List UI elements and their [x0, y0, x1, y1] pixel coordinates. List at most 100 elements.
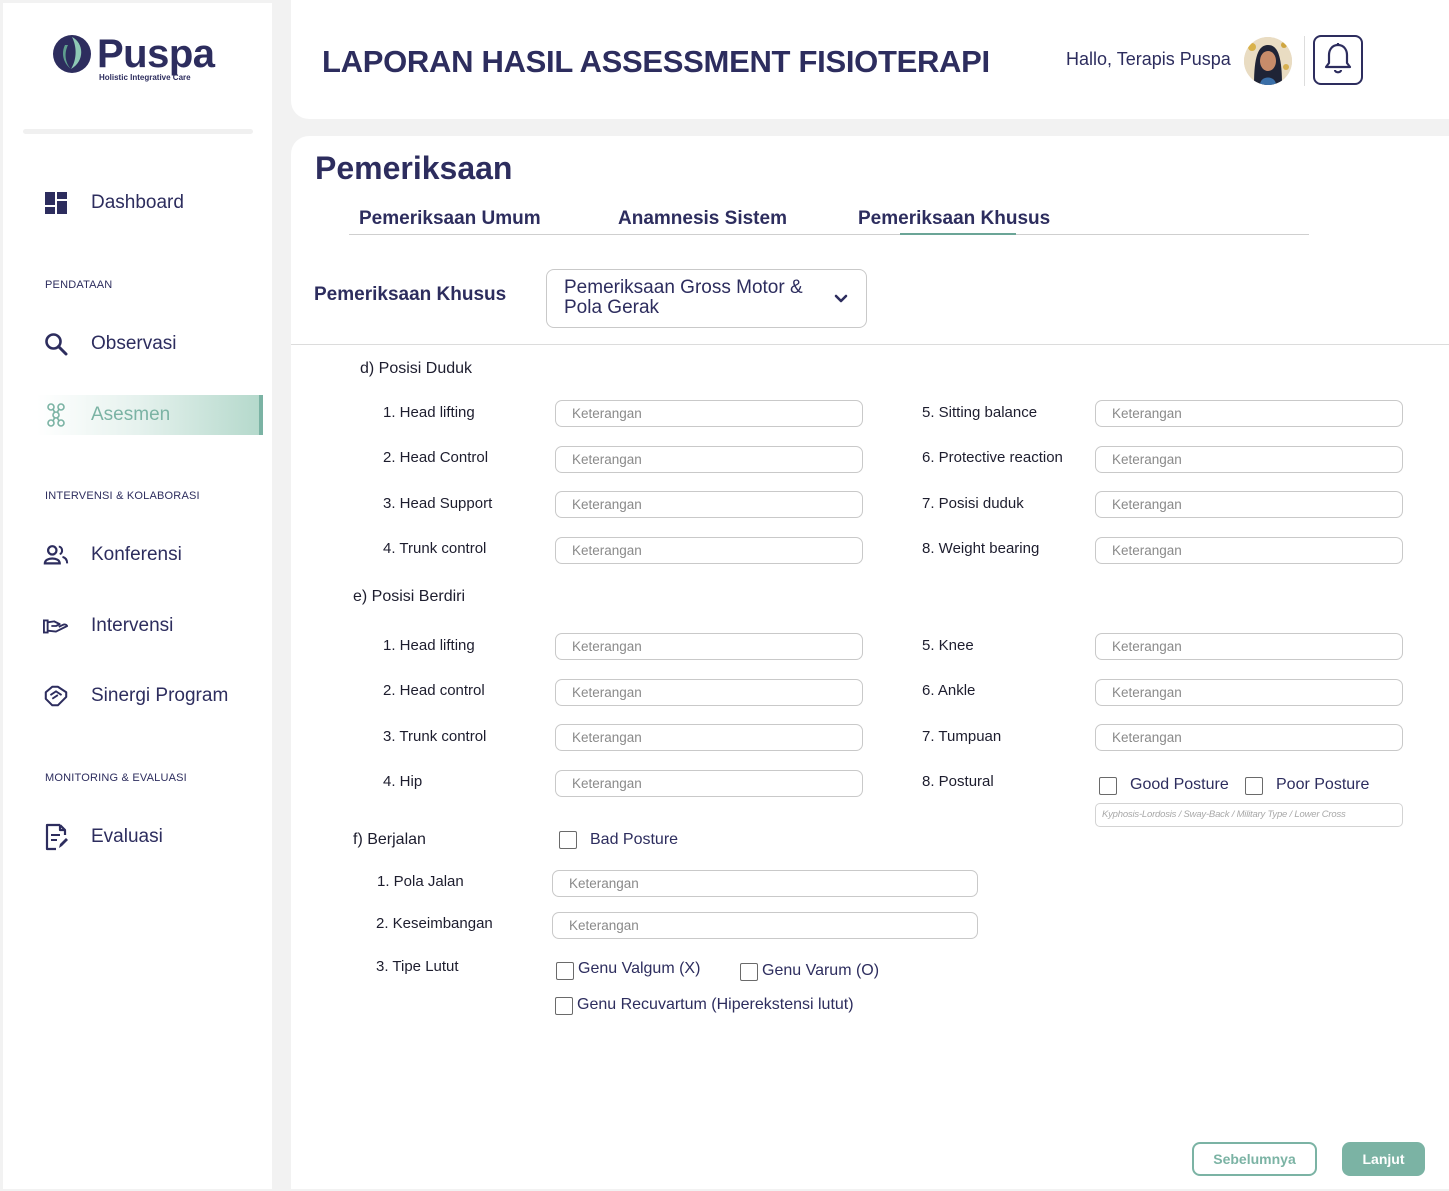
duduk-label-3: 3. Head Support — [383, 495, 493, 512]
sidebar-item-label: Konferensi — [91, 544, 182, 565]
duduk-input-8[interactable]: Keterangan — [1095, 537, 1403, 564]
genu-valgum-checkbox[interactable] — [556, 962, 574, 980]
tabs-divider — [349, 234, 1309, 235]
genu-valgum-label: Genu Valgum (X) — [578, 960, 701, 977]
duduk-label-1: 1. Head lifting — [383, 404, 475, 421]
avatar[interactable] — [1244, 37, 1292, 85]
molecule-icon — [43, 402, 69, 428]
genu-recuvartum-checkbox[interactable] — [555, 997, 573, 1015]
duduk-label-5: 5. Sitting balance — [922, 404, 1038, 421]
berdiri-input-6[interactable]: Keterangan — [1095, 679, 1403, 706]
puspa-logo-icon — [51, 33, 93, 75]
sidebar-item-label: Intervensi — [91, 615, 174, 636]
duduk-input-7[interactable]: Keterangan — [1095, 491, 1403, 518]
sidebar-item-asesmen[interactable]: Asesmen — [37, 395, 263, 435]
puspa-logo[interactable]: Puspa Holistic Integrative Care — [51, 33, 215, 82]
berdiri-label-3: 3. Trunk control — [383, 728, 487, 745]
sidebar-item-dashboard[interactable]: Dashboard — [3, 183, 263, 223]
keseimbangan-label: 2. Keseimbangan — [376, 915, 493, 932]
pola-jalan-label: 1. Pola Jalan — [377, 873, 464, 890]
section-title-posisi-duduk: d) Posisi Duduk — [360, 360, 473, 377]
berdiri-label-6: 6. Ankle — [922, 682, 976, 699]
duduk-input-4[interactable]: Keterangan — [555, 537, 863, 564]
genu-varum-label: Genu Varum (O) — [762, 962, 880, 979]
berdiri-input-7[interactable]: Keterangan — [1095, 724, 1403, 751]
tab-pemeriksaan-khusus[interactable]: Pemeriksaan Khusus — [858, 208, 1050, 230]
berdiri-input-4[interactable]: Keterangan — [555, 770, 863, 797]
header-divider — [1304, 36, 1305, 86]
berdiri-input-2[interactable]: Keterangan — [555, 679, 863, 706]
section-label-pendataan: PENDATAAN — [45, 279, 113, 291]
sidebar-item-evaluasi[interactable]: Evaluasi — [3, 817, 263, 857]
duduk-input-3[interactable]: Keterangan — [555, 491, 863, 518]
berdiri-label-4: 4. Hip — [383, 773, 423, 790]
bad-posture-checkbox[interactable] — [559, 831, 577, 849]
berdiri-label-8: 8. Postural — [922, 773, 994, 790]
page-title: Pemeriksaan — [315, 150, 513, 186]
keseimbangan-input[interactable]: Keterangan — [552, 912, 978, 939]
document-edit-icon — [43, 823, 69, 851]
active-tab-indicator — [900, 233, 1016, 235]
duduk-label-8: 8. Weight bearing — [922, 540, 1040, 557]
section-label-intervensi-kolaborasi: INTERVENSI & KOLABORASI — [45, 490, 200, 502]
tab-anamnesis-sistem[interactable]: Anamnesis Sistem — [618, 208, 787, 230]
section-title-berjalan: f) Berjalan — [353, 831, 426, 848]
sidebar-item-intervensi[interactable]: Intervensi — [3, 606, 263, 646]
poor-posture-checkbox[interactable] — [1245, 777, 1263, 795]
sidebar-item-label: Dashboard — [91, 192, 184, 213]
sidebar-item-konferensi[interactable]: Konferensi — [3, 535, 263, 575]
page-header-title: LAPORAN HASIL ASSESSMENT FISIOTERAPI — [322, 44, 990, 79]
sidebar-item-label: Sinergi Program — [91, 685, 229, 706]
sidebar-item-label: Evaluasi — [91, 826, 163, 847]
good-posture-checkbox[interactable] — [1099, 777, 1117, 795]
poor-posture-label: Poor Posture — [1276, 776, 1370, 793]
berdiri-label-5: 5. Knee — [922, 637, 974, 654]
berdiri-input-5[interactable]: Keterangan — [1095, 633, 1403, 660]
duduk-label-7: 7. Posisi duduk — [922, 495, 1024, 512]
tipe-lutut-label: 3. Tipe Lutut — [376, 958, 459, 975]
previous-button[interactable]: Sebelumnya — [1192, 1142, 1317, 1176]
bad-posture-label: Bad Posture — [590, 831, 679, 848]
berdiri-label-7: 7. Tumpuan — [922, 728, 1002, 745]
section-title-posisi-berdiri: e) Posisi Berdiri — [353, 588, 466, 605]
pemeriksaan-khusus-select[interactable]: Pemeriksaan Gross Motor & Pola Gerak — [546, 269, 867, 328]
notification-button[interactable] — [1313, 35, 1363, 85]
sidebar: Puspa Holistic Integrative Care Dashboar… — [3, 3, 272, 1189]
sidebar-item-label: Asesmen — [91, 404, 171, 425]
brand-name: Puspa — [97, 32, 215, 76]
sidebar-item-sinergi-program[interactable]: Sinergi Program — [3, 676, 263, 716]
duduk-input-5[interactable]: Keterangan — [1095, 400, 1403, 427]
berdiri-label-1: 1. Head lifting — [383, 637, 475, 654]
hand-icon — [43, 613, 69, 639]
handshake-icon — [43, 683, 69, 709]
duduk-input-2[interactable]: Keterangan — [555, 446, 863, 473]
chevron-down-icon — [834, 291, 848, 309]
section-label-monitoring-evaluasi: MONITORING & EVALUASI — [45, 772, 187, 784]
sidebar-divider — [23, 129, 253, 134]
search-icon — [43, 331, 69, 357]
sidebar-item-observasi[interactable]: Observasi — [3, 324, 263, 364]
next-button[interactable]: Lanjut — [1342, 1142, 1425, 1176]
people-icon — [43, 542, 69, 568]
section-divider — [291, 344, 1449, 345]
duduk-input-6[interactable]: Keterangan — [1095, 446, 1403, 473]
berdiri-input-3[interactable]: Keterangan — [555, 724, 863, 751]
berdiri-label-2: 2. Head control — [383, 682, 485, 699]
duduk-label-4: 4. Trunk control — [383, 540, 487, 557]
duduk-label-2: 2. Head Control — [383, 449, 489, 466]
pemeriksaan-khusus-label: Pemeriksaan Khusus — [314, 284, 507, 305]
berdiri-input-1[interactable]: Keterangan — [555, 633, 863, 660]
sidebar-item-label: Observasi — [91, 333, 177, 354]
tab-pemeriksaan-umum[interactable]: Pemeriksaan Umum — [359, 208, 541, 230]
main-content: Pemeriksaan Pemeriksaan Umum Anamnesis S… — [291, 136, 1449, 1189]
duduk-label-6: 6. Protective reaction — [922, 449, 1063, 466]
top-header: LAPORAN HASIL ASSESSMENT FISIOTERAPI Hal… — [291, 0, 1449, 119]
select-value: Pemeriksaan Gross Motor & Pola Gerak — [564, 277, 803, 318]
posture-type-input[interactable]: Kyphosis-Lordosis / Sway-Back / Military… — [1095, 803, 1403, 827]
genu-varum-checkbox[interactable] — [740, 963, 758, 981]
genu-recuvartum-label: Genu Recuvartum (Hiperekstensi lutut) — [577, 996, 854, 1013]
bell-icon — [1324, 42, 1352, 79]
user-greeting: Hallo, Terapis Puspa — [1066, 49, 1231, 69]
duduk-input-1[interactable]: Keterangan — [555, 400, 863, 427]
pola-jalan-input[interactable]: Keterangan — [552, 870, 978, 897]
